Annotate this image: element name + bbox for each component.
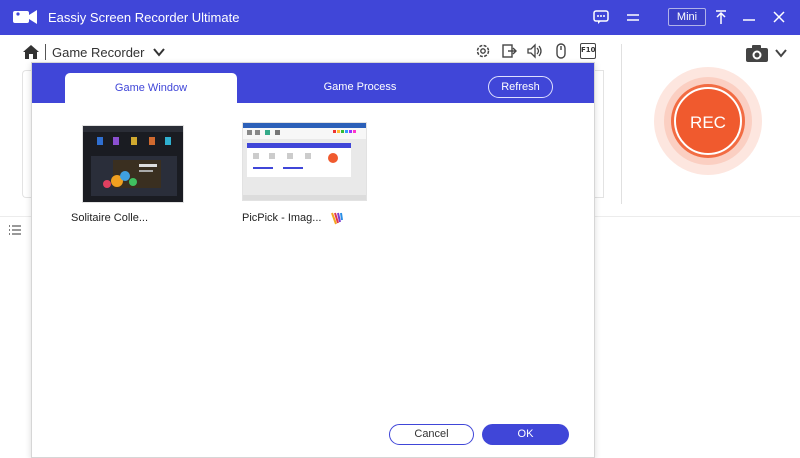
window-thumbnail-picpick[interactable] (242, 122, 367, 201)
divider (621, 44, 622, 204)
picpick-preview-image (243, 123, 366, 200)
chevron-down-icon[interactable] (152, 45, 166, 59)
mode-label[interactable]: Game Recorder (52, 45, 144, 60)
ok-button[interactable]: OK (482, 424, 569, 445)
list-icon[interactable] (8, 224, 22, 236)
tab-game-process[interactable]: Game Process (292, 81, 428, 93)
pin-icon[interactable] (712, 8, 730, 26)
camera-icon[interactable] (744, 43, 770, 63)
exit-icon[interactable] (500, 42, 518, 60)
home-icon[interactable] (22, 43, 40, 61)
settings-icon[interactable] (474, 42, 492, 60)
separator (45, 44, 46, 60)
window-label-solitaire[interactable]: Solitaire Colle... (71, 212, 148, 224)
solitaire-preview-image (83, 126, 183, 202)
dialog-header: Game Window Game Process Refresh (32, 63, 594, 104)
rec-button[interactable]: REC (674, 87, 742, 155)
speaker-icon[interactable] (526, 42, 544, 60)
tab-game-window[interactable]: Game Window (65, 73, 237, 104)
cancel-button[interactable]: Cancel (389, 424, 474, 445)
feedback-icon[interactable] (592, 8, 610, 26)
title-bar: Eassiy Screen Recorder Ultimate Mini (0, 0, 800, 35)
app-title: Eassiy Screen Recorder Ultimate (48, 10, 240, 25)
minimize-icon[interactable] (740, 8, 758, 26)
refresh-button[interactable]: Refresh (488, 76, 553, 98)
menu-icon[interactable] (624, 8, 642, 26)
close-icon[interactable] (770, 8, 788, 26)
mini-button[interactable]: Mini (668, 8, 706, 26)
mouse-icon[interactable] (552, 42, 570, 60)
select-window-dialog: Game Window Game Process Refresh Solitai… (31, 62, 595, 458)
window-label-picpick[interactable]: PicPick - Imag... (242, 212, 321, 224)
window-thumbnail-solitaire[interactable] (82, 125, 184, 203)
chevron-down-icon[interactable] (774, 47, 788, 59)
picpick-app-icon (331, 212, 343, 225)
background-panel (594, 70, 604, 198)
app-camera-icon (13, 10, 37, 24)
hotkey-icon[interactable]: F10 (580, 43, 596, 59)
